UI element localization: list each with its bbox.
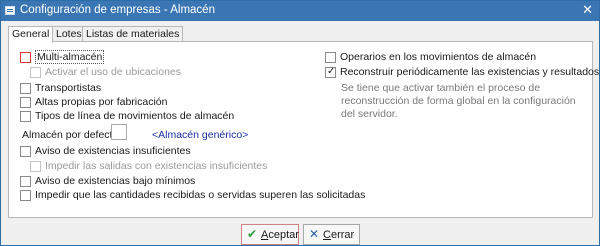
almacen-defecto-label: Almacén por defecto xyxy=(22,129,119,141)
aviso-insuficientes-checkbox[interactable] xyxy=(20,146,31,157)
altas-fabricacion-checkbox[interactable] xyxy=(20,97,31,108)
altas-fabricacion-label: Altas propias por fabricación xyxy=(35,96,168,108)
impedir-cantidades-checkbox[interactable] xyxy=(20,190,31,201)
general-panel: Multi-almacén Activar el uso de ubicacio… xyxy=(8,41,599,218)
transportistas-checkbox[interactable] xyxy=(20,83,31,94)
tipos-linea-checkbox[interactable] xyxy=(20,111,31,122)
checkmark-icon: ✔ xyxy=(247,227,258,241)
accept-button[interactable]: ✔ Aceptar xyxy=(241,224,299,245)
title-bar[interactable]: Configuración de empresas - Almacén ✕ xyxy=(1,1,599,21)
aviso-minimos-checkbox[interactable] xyxy=(20,176,31,187)
multi-almacen-checkbox[interactable] xyxy=(20,52,31,63)
reconstruir-label: Reconstruir periódicamente las existenci… xyxy=(340,66,600,78)
almacen-defecto-input[interactable] xyxy=(111,124,127,140)
accept-label: Aceptar xyxy=(261,229,299,241)
close-icon: ✕ xyxy=(309,227,320,241)
almacen-generico-link[interactable]: <Almacén genérico> xyxy=(152,129,248,141)
window-app-icon xyxy=(5,6,15,15)
transportistas-label: Transportistas xyxy=(35,82,102,94)
reconstruir-note: Se tiene que activar también el proceso … xyxy=(341,82,576,120)
window-close-icon[interactable]: ✕ xyxy=(582,3,593,18)
tab-listas-materiales[interactable]: Listas de materiales xyxy=(82,26,184,42)
impedir-cantidades-label: Impedir que las cantidades recibidas o s… xyxy=(35,189,366,201)
reconstruir-checkbox[interactable] xyxy=(325,66,336,78)
impedir-salidas-checkbox xyxy=(30,161,41,172)
tipos-linea-label: Tipos de línea de movimientos de almacén xyxy=(35,110,235,122)
tab-lotes[interactable]: Lotes xyxy=(52,26,86,42)
window-title: Configuración de empresas - Almacén xyxy=(20,4,215,16)
multi-almacen-label: Multi-almacén xyxy=(35,50,105,64)
activar-ubicaciones-label: Activar el uso de ubicaciones xyxy=(45,66,181,78)
aviso-minimos-label: Aviso de existencias bajo mínimos xyxy=(35,175,196,187)
activar-ubicaciones-checkbox xyxy=(30,67,41,78)
aviso-insuficientes-label: Aviso de existencias insuficientes xyxy=(35,145,191,157)
impedir-salidas-label: Impedir las salidas con existencias insu… xyxy=(45,160,268,172)
cancel-button[interactable]: ✕ Cerrar xyxy=(303,224,360,245)
config-window: Configuración de empresas - Almacén ✕ Ge… xyxy=(0,0,600,246)
operarios-label: Operarios en los movimientos de almacén xyxy=(340,51,537,63)
operarios-checkbox[interactable] xyxy=(325,52,336,63)
cancel-label: Cerrar xyxy=(323,229,355,241)
tab-general[interactable]: General xyxy=(8,26,54,43)
